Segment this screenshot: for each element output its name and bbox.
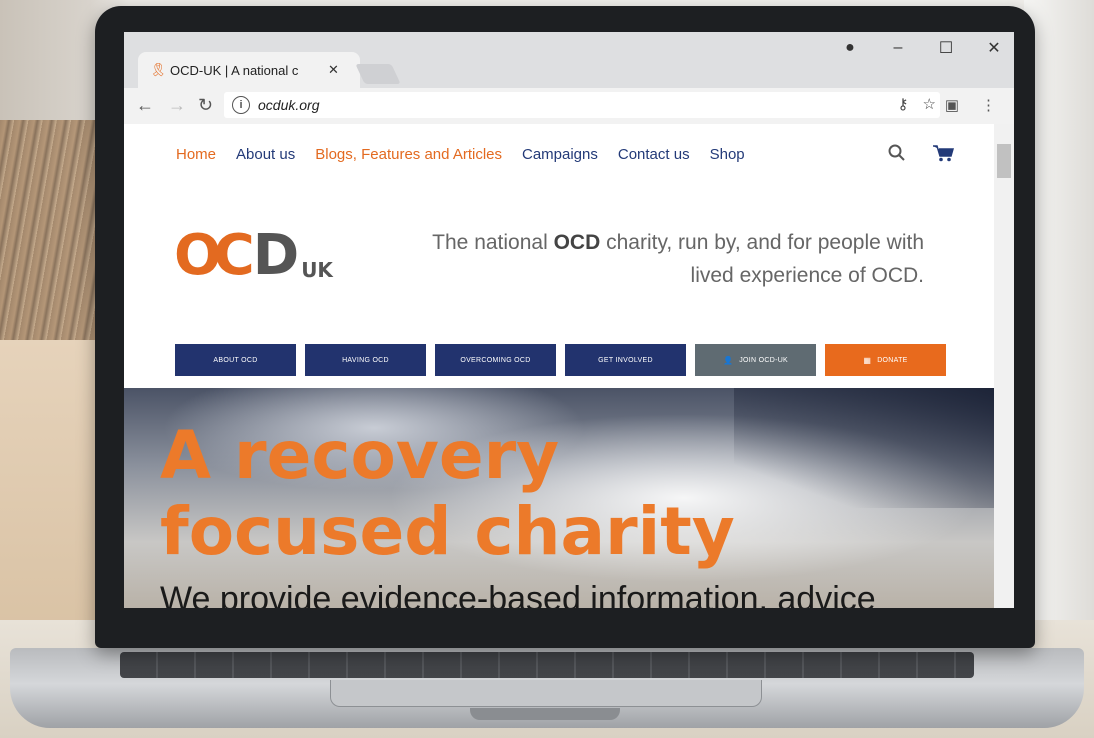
hero-title-line2: focused charity xyxy=(160,493,735,570)
new-tab-button[interactable] xyxy=(355,64,401,84)
forward-icon[interactable]: → xyxy=(168,95,186,116)
reload-icon[interactable]: ↻ xyxy=(198,95,213,116)
minimize-icon[interactable]: – xyxy=(888,39,908,57)
camera-extension-icon[interactable]: ▣ xyxy=(945,96,959,114)
background-pencils xyxy=(0,120,100,350)
ribbon-favicon-icon: 🎗 xyxy=(150,62,167,77)
close-window-icon[interactable]: ✕ xyxy=(984,38,1004,58)
nav-shop[interactable]: Shop xyxy=(710,146,745,163)
logo-oc: OC xyxy=(174,223,255,288)
user-icon: 👤 xyxy=(722,355,734,365)
nav-blogs[interactable]: Blogs, Features and Articles xyxy=(315,146,502,163)
tab-title: OCD-UK | A national c xyxy=(170,62,299,78)
tagline-bold: OCD xyxy=(553,231,601,254)
ocduk-logo[interactable]: OC D UK xyxy=(174,222,333,284)
nav-icons xyxy=(888,144,954,167)
donate-button-label: DONATE xyxy=(877,356,908,364)
laptop-trackpad xyxy=(330,680,762,707)
profile-icon[interactable]: ● xyxy=(840,39,860,57)
toolbar-right: ▣ ⋮ xyxy=(945,96,996,114)
hero-title-line1: A recovery xyxy=(160,417,560,494)
donate-button[interactable]: ▦ DONATE xyxy=(825,344,946,376)
browser-tab-bar: 🎗 OCD-UK | A national c ✕ ● – ☐ ✕ xyxy=(124,32,1014,88)
tagline-post: charity, run by, and for people with liv… xyxy=(600,231,924,287)
about-ocd-button[interactable]: ABOUT OCD xyxy=(175,344,296,376)
omnibox-actions: ⚷ ☆ xyxy=(898,95,936,113)
url-bar[interactable]: i ocduk.org ⚷ ☆ xyxy=(224,92,940,118)
maximize-icon[interactable]: ☐ xyxy=(936,38,956,58)
main-menu-buttons: ABOUT OCD HAVING OCD OVERCOMING OCD GET … xyxy=(175,344,946,376)
laptop-keyboard xyxy=(120,652,974,678)
bookmark-star-icon[interactable]: ☆ xyxy=(923,95,936,113)
nav-contact-us[interactable]: Contact us xyxy=(618,146,690,163)
address-bar-row: ← → ↻ i ocduk.org ⚷ ☆ ▣ ⋮ xyxy=(124,88,1014,125)
page-scrollbar[interactable] xyxy=(994,124,1014,608)
logo-uk: UK xyxy=(301,258,333,282)
window-controls: ● – ☐ ✕ xyxy=(840,38,1004,58)
nav-about-us[interactable]: About us xyxy=(236,146,295,163)
join-button-label: JOIN OCD-UK xyxy=(739,356,789,364)
site-nav: Home About us Blogs, Features and Articl… xyxy=(176,146,745,163)
nav-home[interactable]: Home xyxy=(176,146,216,163)
hero-sky-shade xyxy=(734,388,994,508)
tagline: The national OCD charity, run by, and fo… xyxy=(404,226,924,292)
join-button[interactable]: 👤 JOIN OCD-UK xyxy=(695,344,816,376)
hero-subtitle: We provide evidence-based information, a… xyxy=(160,580,876,608)
nav-campaigns[interactable]: Campaigns xyxy=(522,146,598,163)
hero-banner: A recovery focused charity We provide ev… xyxy=(124,388,994,608)
laptop-screen: 🎗 OCD-UK | A national c ✕ ● – ☐ ✕ ← → ↻ … xyxy=(124,32,1014,608)
menu-icon[interactable]: ⋮ xyxy=(981,96,996,114)
hero-title: A recovery focused charity xyxy=(160,418,735,570)
donate-icon: ▦ xyxy=(863,355,872,365)
url-text[interactable]: ocduk.org xyxy=(258,97,319,113)
search-icon[interactable] xyxy=(888,144,906,167)
tagline-pre: The national xyxy=(432,231,554,254)
tab-close-icon[interactable]: ✕ xyxy=(328,62,339,78)
overcoming-ocd-button[interactable]: OVERCOMING OCD xyxy=(435,344,556,376)
key-icon[interactable]: ⚷ xyxy=(898,95,909,113)
web-page: Home About us Blogs, Features and Articl… xyxy=(124,124,994,608)
cart-icon[interactable] xyxy=(932,144,954,167)
scrollbar-thumb[interactable] xyxy=(997,144,1011,178)
back-icon[interactable]: ← xyxy=(136,95,154,116)
get-involved-button[interactable]: GET INVOLVED xyxy=(565,344,686,376)
logo-d: D xyxy=(252,223,300,288)
laptop-lid-notch xyxy=(470,708,620,720)
having-ocd-button[interactable]: HAVING OCD xyxy=(305,344,426,376)
site-info-icon[interactable]: i xyxy=(232,96,250,114)
browser-tab[interactable]: 🎗 OCD-UK | A national c ✕ xyxy=(138,52,360,88)
